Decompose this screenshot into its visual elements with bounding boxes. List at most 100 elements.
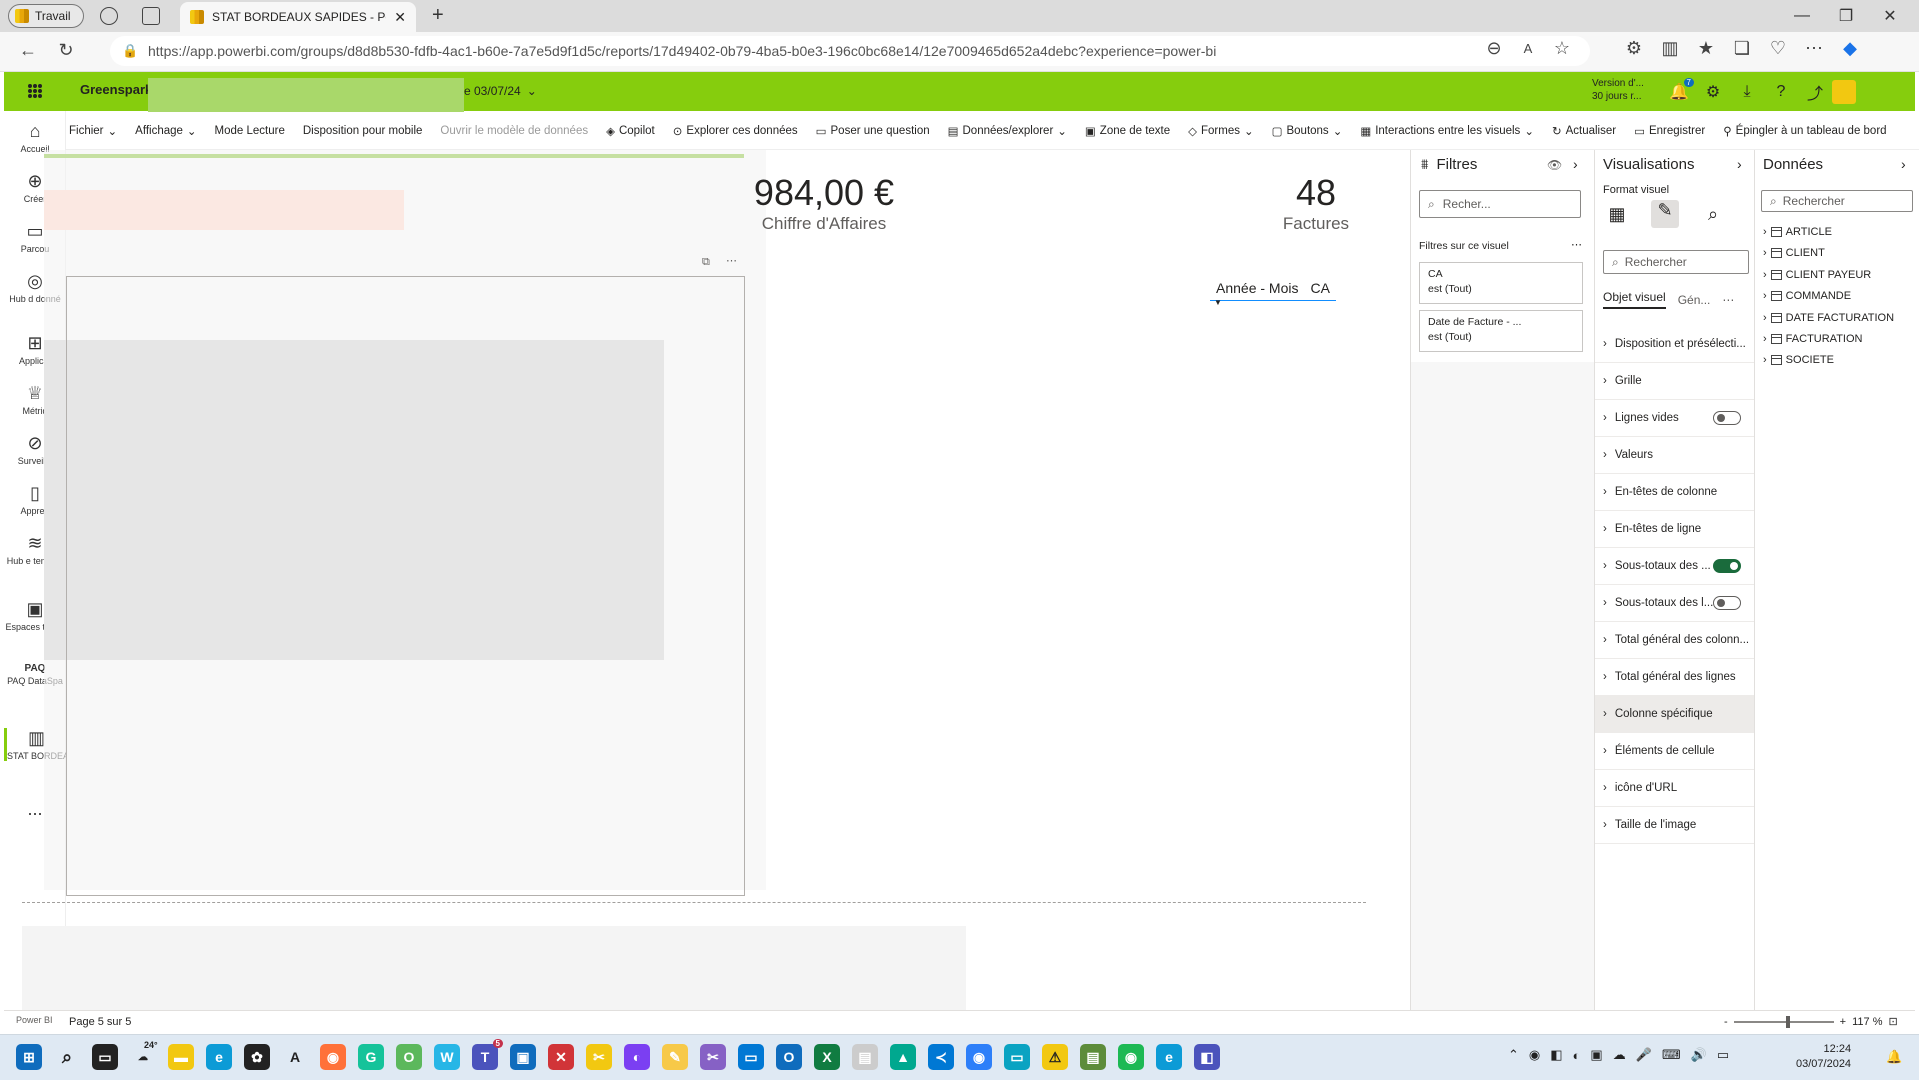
notification-bell-icon[interactable]: 🔔 [1886,1049,1902,1065]
viz-more-icon[interactable]: ⋯ [1722,293,1734,307]
chatgpt-icon[interactable]: ✿ [244,1044,270,1070]
app-pencil-icon[interactable]: ✎ [662,1044,688,1070]
section-row-grand-total[interactable]: › Total général des lignes [1595,659,1755,696]
focus-mode-icon[interactable]: ⧉ [702,256,710,269]
fit-to-page-icon[interactable]: ⊡ [1888,1015,1897,1028]
tab-general[interactable]: Gén... [1678,293,1711,307]
filters-more-icon[interactable]: ⋯ [1571,238,1582,251]
zoom-icon[interactable]: ⊖ [1480,38,1508,59]
download-icon[interactable]: ⤓ [1730,83,1764,101]
report-title-dropdown[interactable]: e 03/07/24 ⌄ [464,84,537,98]
data-search-input[interactable]: ⌕ Rechercher [1761,190,1913,212]
row-subtotals-toggle[interactable] [1713,596,1741,610]
ribbon-save[interactable]: ▭ Enregistrer [1625,124,1714,138]
column-subtotals-toggle[interactable] [1713,559,1741,573]
col-year-month[interactable]: Année - Mois [1216,280,1298,296]
tray-icon[interactable]: ◐ [1573,1048,1581,1063]
collapse-filters-icon[interactable]: › [1573,156,1578,172]
section-image-size[interactable]: › Taille de l'image [1595,807,1755,844]
section-values[interactable]: › Valeurs [1595,437,1755,474]
onedrive-icon[interactable]: ☁ [1613,1047,1626,1063]
section-column-grand-total[interactable]: › Total général des colonn... [1595,622,1755,659]
restore-icon[interactable]: ❐ [1824,6,1868,26]
app-purple-icon[interactable]: ◧ [1194,1044,1220,1070]
collections-icon[interactable]: ❏ [1728,38,1756,59]
ribbon-copilot[interactable]: ◈ Copilot [597,124,664,138]
grammarly-icon[interactable]: G [358,1044,384,1070]
tab-actions-icon[interactable] [142,7,160,25]
build-visual-icon[interactable]: ▦ [1603,204,1631,225]
copilot-icon[interactable]: ◆ [1836,38,1864,59]
start-icon[interactable]: ⊞ [16,1044,42,1070]
table-date-facturation[interactable]: › DATE FACTURATION [1763,312,1894,324]
section-row-headers[interactable]: › En-têtes de ligne [1595,511,1755,548]
zoom-out-icon[interactable]: - [1724,1016,1728,1028]
microphone-icon[interactable]: 🎤 [1636,1047,1652,1063]
excel-icon[interactable]: X [814,1044,840,1070]
filters-search-input[interactable]: ⌕ Recher... [1419,190,1581,218]
app-gray-icon[interactable]: ▤ [852,1044,878,1070]
section-column-subtotals[interactable]: › Sous-totaux des ... [1595,548,1755,585]
analytics-icon[interactable]: ⌕ [1699,204,1727,225]
workspaces-icon[interactable] [100,7,118,25]
maps-icon[interactable]: ◉ [966,1044,992,1070]
favorites-icon[interactable]: ★ [1692,38,1720,59]
filter-card-ca[interactable]: CA est (Tout) [1419,262,1583,304]
table-client-payeur[interactable]: › CLIENT PAYEUR [1763,269,1871,281]
format-visual-icon[interactable]: ✎ [1651,200,1679,228]
col-ca[interactable]: CA [1310,280,1329,296]
ribbon-shapes[interactable]: ◇ Formes ⌄ [1179,124,1262,138]
tab-stat-bordeaux[interactable]: STAT BORDEAUX SAPIDES - Pow ✕ [180,2,416,32]
refresh-icon[interactable]: ↻ [52,40,80,61]
tray-icon[interactable]: ◧ [1550,1047,1562,1063]
app-chat-icon[interactable]: ◐ [624,1044,650,1070]
section-row-subtotals[interactable]: › Sous-totaux des l... [1595,585,1755,622]
ribbon-view[interactable]: Affichage ⌄ [126,124,205,138]
empty-rows-toggle[interactable] [1713,411,1741,425]
firefox-icon[interactable]: ◉ [320,1044,346,1070]
search-icon[interactable]: ⌕ [54,1044,80,1070]
teams-icon[interactable]: T5 [472,1039,503,1070]
version-info[interactable]: Version d'... 30 jours r... [1592,77,1644,103]
section-cell-elements[interactable]: › Éléments de cellule [1595,733,1755,770]
ribbon-open-data-model[interactable]: Ouvrir le modèle de données [431,125,597,137]
app-green-icon[interactable]: O [396,1044,422,1070]
table-facturation[interactable]: › FACTURATION [1763,333,1862,345]
kpi-card-invoices[interactable]: 48 Factures [1226,172,1406,234]
font-app-icon[interactable]: A [282,1044,308,1070]
section-layout[interactable]: › Disposition et présélecti... [1595,326,1755,363]
section-column-headers[interactable]: › En-têtes de colonne [1595,474,1755,511]
filter-card-date[interactable]: Date de Facture - ... est (Tout) [1419,310,1583,352]
eye-icon[interactable]: 👁 [1547,158,1562,172]
back-icon[interactable]: ← [14,40,42,61]
sort-desc-icon[interactable]: ▼ [1214,298,1222,307]
more-options-icon[interactable]: ⋯ [1800,38,1828,59]
new-tab-button[interactable]: + [432,4,444,27]
tray-icon[interactable]: ▣ [1590,1047,1602,1063]
warning-icon[interactable]: ⚠ [1042,1044,1068,1070]
file-explorer-icon[interactable]: ▬ [168,1044,194,1070]
extensions-icon[interactable]: ⚙ [1620,38,1648,59]
section-empty-rows[interactable]: › Lignes vides [1595,400,1755,437]
ribbon-explore-data[interactable]: ⊙ Explorer ces données [664,124,807,138]
ribbon-buttons[interactable]: ▢ Boutons ⌄ [1263,124,1352,138]
collapse-viz-icon[interactable]: › [1737,156,1742,172]
profile-button[interactable]: Travail [8,4,84,28]
ribbon-pin[interactable]: ⚲ Épingler à un tableau de bord [1714,124,1895,138]
close-tab-icon[interactable]: ✕ [394,9,406,26]
avatar[interactable] [1832,80,1856,104]
zoom-in-icon[interactable]: + [1840,1016,1846,1028]
read-aloud-icon[interactable]: A [1514,41,1542,56]
edge-active-icon[interactable]: e [1156,1044,1182,1070]
table-client[interactable]: › CLIENT [1763,247,1825,259]
ribbon-interactions[interactable]: ▦ Interactions entre les visuels ⌄ [1351,124,1543,138]
notifications-icon[interactable]: 🔔 7 [1662,78,1696,102]
weather-icon[interactable]: ☁ 24° [130,1040,158,1070]
split-screen-icon[interactable]: ▥ [1656,38,1684,59]
kpi-card-revenue[interactable]: 984,00 € Chiffre d'Affaires [704,172,944,234]
ribbon-reading-mode[interactable]: Mode Lecture [206,125,294,137]
volume-icon[interactable]: 🔊 [1691,1047,1707,1063]
url-field[interactable]: 🔒 https://app.powerbi.com/groups/d8d8b53… [110,36,1590,66]
edge-icon[interactable]: e [206,1044,232,1070]
settings-gear-icon[interactable]: ⚙ [1696,82,1730,102]
